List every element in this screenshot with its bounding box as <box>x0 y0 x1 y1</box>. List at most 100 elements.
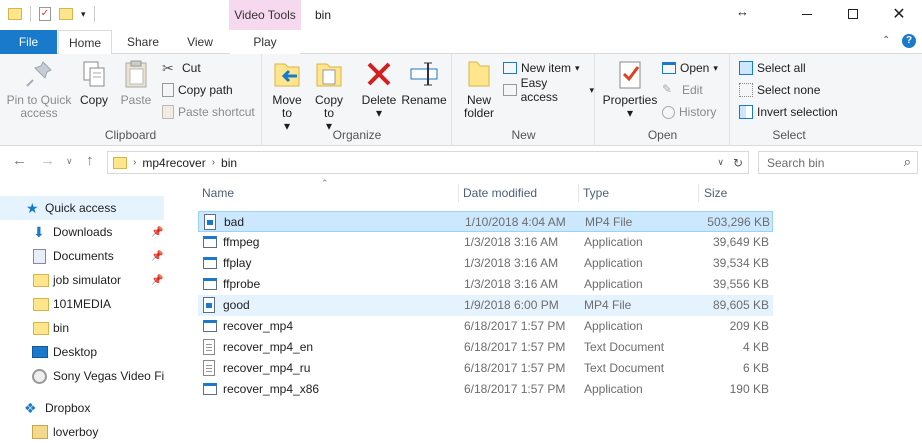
paste-shortcut-button[interactable]: Paste shortcut <box>162 102 255 122</box>
breadcrumb-separator-icon[interactable]: › <box>133 157 136 168</box>
nav-item-label: loverboy <box>53 425 99 439</box>
folder-icon <box>33 274 49 287</box>
new-item-button[interactable]: New item ▾ <box>503 58 580 78</box>
quick-access-toolbar: ✓ ▾ <box>8 6 95 22</box>
copy-to-button[interactable]: Copy to ▾ <box>311 58 347 133</box>
address-dropdown-icon[interactable]: ∨ <box>717 157 724 168</box>
properties-button[interactable]: Properties ▾ <box>602 58 658 120</box>
delete-button[interactable]: Delete ▾ <box>359 58 399 120</box>
nav-item-downloads[interactable]: ⬇ Downloads 📌 <box>0 220 164 244</box>
properties-check-icon[interactable]: ✓ <box>39 7 51 21</box>
easy-access-button[interactable]: Easy access ▾ <box>503 76 594 104</box>
organize-group-label: Organize <box>332 128 382 142</box>
back-arrow-icon[interactable]: ← <box>12 152 27 169</box>
new-folder-icon[interactable] <box>59 8 73 20</box>
file-row-ffprobe[interactable]: ffprobe 1/3/2018 3:16 AM Application 39,556… <box>198 274 773 295</box>
copy-path-icon <box>162 83 174 97</box>
breadcrumb-item-bin[interactable]: bin <box>221 156 237 170</box>
nav-item-loverboy[interactable]: loverboy <box>0 420 164 444</box>
open-button[interactable]: Open ▾ <box>662 58 718 78</box>
close-button[interactable]: ✕ <box>876 0 922 28</box>
navigation-bar: ← → ∨ ↑ › mp4recover › bin ∨ ↻ Search bi… <box>0 146 922 178</box>
collapse-ribbon-icon[interactable]: ⌃ <box>882 35 890 46</box>
select-none-button[interactable]: Select none <box>739 80 820 100</box>
tab-home[interactable]: Home <box>58 30 112 55</box>
recent-locations-icon[interactable]: ∨ <box>66 156 73 167</box>
breadcrumb-item-mp4recover[interactable]: mp4recover <box>142 156 205 170</box>
select-all-button[interactable]: Select all <box>739 58 806 78</box>
pin-to-quick-access-button[interactable]: Pin to Quick access <box>4 58 74 120</box>
file-type: Application <box>584 382 643 396</box>
file-name: recover_mp4 <box>223 319 294 333</box>
pin-icon[interactable]: 📌 <box>151 251 163 262</box>
file-row-ffplay[interactable]: ffplay 1/3/2018 3:16 AM Application 39,534 … <box>198 253 773 274</box>
column-divider[interactable] <box>578 184 579 202</box>
copy-button[interactable]: Copy <box>76 58 112 107</box>
refresh-icon[interactable]: ↻ <box>733 156 743 170</box>
ribbon-tabs: File Home Share View Play ⌃ ? <box>0 30 922 55</box>
forward-arrow-icon[interactable]: → <box>40 152 55 169</box>
file-name: ffprobe <box>223 277 261 291</box>
maximize-icon <box>848 9 858 19</box>
app-icon <box>203 383 217 395</box>
nav-item-quick-access[interactable]: ★ Quick access <box>0 196 164 220</box>
navigation-pane: ★ Quick access ⬇ Downloads 📌 Documents 📌… <box>0 178 168 444</box>
file-size: 503,296 KB <box>707 215 770 229</box>
invert-selection-button[interactable]: Invert selection <box>739 102 838 122</box>
column-divider[interactable] <box>458 184 459 202</box>
file-row-recover-mp4-ru[interactable]: recover_mp4_ru 6/18/2017 1:57 PM Text Docu… <box>198 358 773 379</box>
cut-button[interactable]: ✂ Cut <box>162 58 201 78</box>
column-divider[interactable] <box>698 184 699 202</box>
file-date-modified: 1/3/2018 3:16 AM <box>464 277 559 291</box>
nav-item-label: Desktop <box>53 345 98 359</box>
paste-button[interactable]: Paste <box>116 58 156 107</box>
file-row-recover-mp4[interactable]: recover_mp4 6/18/2017 1:57 PM Application 2… <box>198 316 773 337</box>
rename-button[interactable]: Rename <box>401 58 447 107</box>
new-folder-button[interactable]: New folder <box>459 58 499 120</box>
file-date-modified: 6/18/2017 1:57 PM <box>464 340 566 354</box>
tab-share[interactable]: Share <box>117 30 169 54</box>
text-file-icon <box>203 339 215 355</box>
maximize-button[interactable] <box>830 0 876 28</box>
history-button[interactable]: History <box>662 102 716 122</box>
help-icon[interactable]: ? <box>902 34 916 48</box>
nav-item-bin[interactable]: bin <box>0 316 164 340</box>
file-date-modified: 1/3/2018 3:16 AM <box>464 256 559 270</box>
edit-button[interactable]: ✎ Edit <box>662 80 703 100</box>
column-header-type[interactable]: Type <box>583 186 609 200</box>
file-row-bad[interactable]: bad 1/10/2018 4:04 AM MP4 File 503,296 KB <box>198 211 773 232</box>
search-icon[interactable]: ⌕ <box>904 154 911 170</box>
folder-icon[interactable] <box>8 8 22 20</box>
breadcrumb-separator-icon[interactable]: › <box>212 157 215 168</box>
column-header-name[interactable]: Name <box>202 186 234 200</box>
nav-item-dropbox[interactable]: ❖ Dropbox <box>0 396 164 420</box>
file-row-good[interactable]: good 1/9/2018 6:00 PM MP4 File 89,605 KB <box>198 295 773 316</box>
copy-icon <box>78 58 110 90</box>
title-bar: ✓ ▾ Video Tools bin ↔ ✕ <box>0 0 922 30</box>
search-input[interactable]: Search bin ⌕ <box>758 151 918 174</box>
move-to-button[interactable]: Move to ▾ <box>269 58 305 133</box>
nav-item-desktop[interactable]: Desktop <box>0 340 164 364</box>
address-bar[interactable]: › mp4recover › bin ∨ ↻ <box>107 151 749 174</box>
tab-play[interactable]: Play <box>230 30 300 54</box>
column-header-size[interactable]: Size <box>704 186 727 200</box>
column-header-date-modified[interactable]: Date modified <box>463 186 537 200</box>
file-row-recover-mp4-x86[interactable]: recover_mp4_x86 6/18/2017 1:57 PM Applicat… <box>198 379 773 400</box>
nav-item-sony-vegas[interactable]: Sony Vegas Video File <box>0 364 164 388</box>
minimize-button[interactable] <box>784 0 830 28</box>
resize-arrows-icon: ↔ <box>736 4 749 19</box>
file-row-recover-mp4-en[interactable]: recover_mp4_en 6/18/2017 1:57 PM Text Docu… <box>198 337 773 358</box>
file-row-ffmpeg[interactable]: ffmpeg 1/3/2018 3:16 AM Application 39,649 … <box>198 232 773 253</box>
nav-item-documents[interactable]: Documents 📌 <box>0 244 164 268</box>
tab-view[interactable]: View <box>172 30 228 54</box>
nav-item-label: Downloads <box>53 225 113 239</box>
customize-qat-icon[interactable]: ▾ <box>81 9 86 20</box>
tab-file[interactable]: File <box>0 30 57 54</box>
pin-icon[interactable]: 📌 <box>151 275 163 286</box>
copy-path-button[interactable]: Copy path <box>162 80 233 100</box>
nav-item-job-simulator[interactable]: job simulator 📌 <box>0 268 164 292</box>
up-arrow-icon[interactable]: ↑ <box>86 152 94 169</box>
text-file-icon <box>203 360 215 376</box>
nav-item-101media[interactable]: 101MEDIA <box>0 292 164 316</box>
pin-icon[interactable]: 📌 <box>151 227 163 238</box>
